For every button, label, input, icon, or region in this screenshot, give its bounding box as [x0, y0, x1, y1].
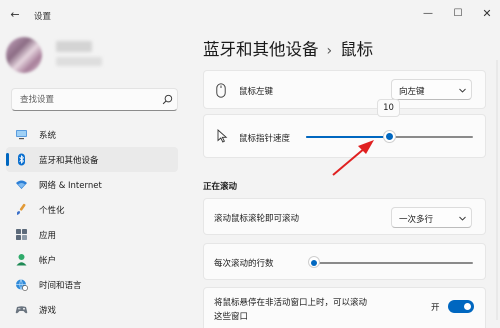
pointer-speed-label: 鼠标指针速度: [239, 134, 291, 144]
dropdown-value: 向左键: [399, 87, 425, 97]
page-title: 蓝牙和其他设备 › 鼠标: [203, 36, 373, 60]
inactive-scroll-label-line2: 这些窗口: [214, 312, 249, 322]
lines-per-scroll-thumb[interactable]: [307, 256, 320, 268]
person-icon: [16, 254, 27, 266]
toggle-state-label: 开: [431, 303, 440, 313]
primary-button-label: 鼠标左键: [239, 87, 274, 97]
search-input[interactable]: [20, 94, 150, 106]
scrollbar[interactable]: [496, 60, 498, 320]
globe-clock-icon: [16, 279, 28, 291]
pointer-speed-thumb[interactable]: [383, 130, 396, 143]
avatar[interactable]: [6, 37, 42, 73]
inactive-scroll-card: 将鼠标悬停在非活动窗口上时，可以滚动 这些窗口 开: [203, 287, 486, 328]
wifi-icon: [16, 180, 27, 189]
sidebar-item-label: 游戏: [39, 306, 57, 316]
sidebar-item-label: 时间和语言: [39, 281, 82, 291]
sidebar-item-label: 网络 & Internet: [39, 181, 102, 191]
apps-icon: [16, 229, 27, 240]
settings-window: ← 设置 — ☐ ✕ 系统 蓝: [0, 0, 500, 328]
primary-button-dropdown[interactable]: 向左键: [391, 79, 472, 100]
sidebar-item-accounts[interactable]: 帐户: [6, 247, 178, 272]
brush-icon: [17, 203, 26, 215]
breadcrumb-current: 鼠标: [340, 40, 374, 59]
pointer-speed-card: 鼠标指针速度: [203, 114, 486, 158]
breadcrumb-separator: ›: [326, 43, 333, 59]
wheel-scroll-dropdown[interactable]: 一次多行: [391, 207, 472, 228]
sidebar-item-time-language[interactable]: 时间和语言: [6, 272, 178, 297]
scrolling-section-title: 正在滚动: [203, 182, 238, 192]
title-bar: ← 设置 — ☐ ✕: [0, 0, 500, 30]
dropdown-value: 一次多行: [399, 215, 434, 225]
lines-per-scroll-track[interactable]: [309, 262, 473, 264]
account-email-redacted: [56, 57, 102, 66]
toggle-knob: [464, 303, 471, 310]
sidebar-item-label: 蓝牙和其他设备: [39, 156, 99, 166]
wheel-scroll-card: 滚动鼠标滚轮即可滚动 一次多行: [203, 198, 486, 235]
maximize-button[interactable]: ☐: [451, 7, 465, 21]
sidebar-item-personalization[interactable]: 个性化: [6, 197, 178, 222]
sidebar-item-label: 系统: [39, 131, 57, 141]
sidebar-item-bluetooth[interactable]: 蓝牙和其他设备: [6, 147, 178, 172]
sidebar-item-gaming[interactable]: 游戏: [6, 297, 178, 322]
app-title: 设置: [34, 12, 52, 22]
monitor-icon: [16, 130, 27, 140]
breadcrumb-parent[interactable]: 蓝牙和其他设备: [203, 40, 319, 59]
mouse-icon: [216, 83, 226, 98]
lines-per-scroll-label: 每次滚动的行数: [214, 259, 274, 269]
pointer-icon: [217, 129, 228, 143]
inactive-scroll-label: 将鼠标悬停在非活动窗口上时，可以滚动: [214, 298, 368, 308]
inactive-scroll-toggle[interactable]: [448, 300, 474, 313]
bluetooth-icon: [18, 153, 25, 166]
search-icon[interactable]: [162, 94, 173, 105]
chevron-down-icon: [459, 216, 466, 221]
sidebar-item-label: 帐户: [39, 256, 57, 266]
close-button[interactable]: ✕: [480, 7, 494, 21]
sidebar-item-network[interactable]: 网络 & Internet: [6, 172, 178, 197]
back-button[interactable]: ←: [8, 9, 22, 21]
lines-per-scroll-card: 每次滚动的行数: [203, 243, 486, 280]
search-box[interactable]: [11, 88, 178, 111]
sidebar-item-label: 应用: [39, 231, 57, 241]
account-name-redacted: [56, 41, 92, 52]
active-indicator: [6, 153, 9, 166]
sidebar-item-label: 个性化: [39, 206, 65, 216]
wheel-scroll-label: 滚动鼠标滚轮即可滚动: [214, 214, 300, 224]
minimize-button[interactable]: —: [421, 7, 435, 21]
chevron-down-icon: [459, 88, 466, 93]
primary-button-card: 鼠标左键 向左键: [203, 70, 486, 109]
sidebar-item-system[interactable]: 系统: [6, 122, 178, 147]
sidebar-item-apps[interactable]: 应用: [6, 222, 178, 247]
gamepad-icon: [15, 306, 28, 314]
pointer-speed-fill: [306, 136, 390, 138]
pointer-speed-tooltip: 10: [377, 99, 400, 117]
